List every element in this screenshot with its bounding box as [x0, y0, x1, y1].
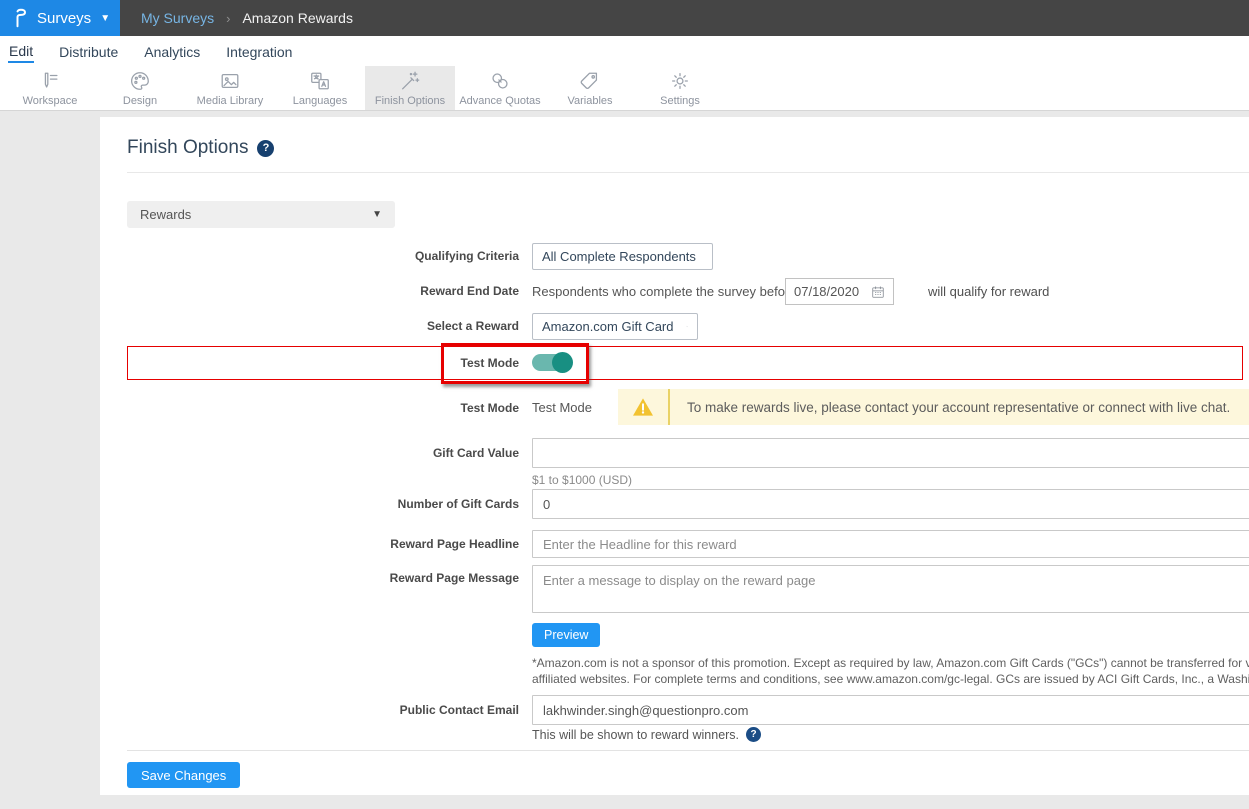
breadcrumb-separator: ›: [226, 11, 230, 26]
calendar-icon: [871, 285, 885, 299]
page-title: Finish Options: [127, 137, 248, 159]
warning-triangle-icon: [632, 397, 654, 417]
qualifying-criteria-select[interactable]: All Complete Respondents: [532, 243, 713, 270]
finish-options-panel: Finish Options ? Rewards ▼ Qualifying Cr…: [100, 117, 1249, 795]
disclaimer-line-1: *Amazon.com is not a sponsor of this pro…: [532, 655, 1249, 671]
questionpro-logo-icon: [13, 7, 28, 29]
reward-page-headline-input[interactable]: [532, 530, 1249, 558]
reward-end-date-suffix-text: will qualify for reward: [928, 278, 1049, 305]
public-contact-email-helper: This will be shown to reward winners.: [532, 728, 739, 742]
qualifying-criteria-label: Qualifying Criteria: [100, 243, 519, 270]
breadcrumb-current-survey: Amazon Rewards: [242, 10, 353, 26]
settings-icon: [669, 70, 691, 92]
warning-separator: [668, 389, 670, 425]
test-mode-warning: To make rewards live, please contact you…: [618, 389, 1249, 425]
toolbar-item-variables[interactable]: Variables: [545, 66, 635, 110]
reward-page-message-label: Reward Page Message: [100, 569, 519, 587]
main-nav-tabs: Edit Distribute Analytics Integration: [0, 36, 1249, 66]
finish-options-icon: [399, 70, 421, 92]
toolbar-item-advance-quotas[interactable]: Advance Quotas: [455, 66, 545, 110]
tab-edit[interactable]: Edit: [8, 39, 34, 63]
public-contact-email-input[interactable]: [532, 695, 1249, 725]
toolbar-item-design[interactable]: Design: [95, 66, 185, 110]
disclaimer-line-2: affiliated websites. For complete terms …: [532, 671, 1249, 687]
title-divider: [127, 172, 1249, 173]
gift-card-value-helper: $1 to $1000 (USD): [532, 473, 632, 487]
test-mode-status-value: Test Mode: [532, 400, 592, 416]
reward-end-date-label: Reward End Date: [100, 278, 519, 305]
warning-message: To make rewards live, please contact you…: [687, 400, 1230, 415]
toolbar-item-media-library[interactable]: Media Library: [185, 66, 275, 110]
footer-divider: [127, 750, 1249, 751]
select-reward-select[interactable]: Amazon.com Gift Card: [532, 313, 698, 340]
test-mode-toggle-label: Test Mode: [100, 346, 519, 380]
edit-toolbar: Workspace Design Media Library Languages: [0, 66, 1249, 111]
toolbar-item-settings[interactable]: Settings: [635, 66, 725, 110]
preview-button[interactable]: Preview: [532, 623, 600, 647]
breadcrumb-my-surveys[interactable]: My Surveys: [141, 10, 214, 26]
test-mode-status-label: Test Mode: [100, 400, 519, 416]
toolbar-item-languages[interactable]: Languages: [275, 66, 365, 110]
toolbar-item-finish-options[interactable]: Finish Options: [365, 66, 455, 110]
select-reward-label: Select a Reward: [100, 313, 519, 340]
reward-end-date-input[interactable]: 07/18/2020: [785, 278, 894, 305]
toolbar-item-workspace[interactable]: Workspace: [5, 66, 95, 110]
tab-distribute[interactable]: Distribute: [58, 40, 119, 62]
advance-quotas-icon: [489, 70, 511, 92]
test-mode-toggle[interactable]: [532, 354, 572, 371]
public-contact-email-label: Public Contact Email: [100, 695, 519, 725]
workspace-icon: [39, 70, 61, 92]
number-of-gift-cards-input[interactable]: [532, 489, 1249, 519]
chevron-down-icon: ▼: [100, 13, 110, 24]
chevron-down-icon: [686, 320, 689, 333]
product-menu[interactable]: Surveys ▼: [0, 0, 120, 36]
reward-page-message-input[interactable]: [532, 565, 1249, 613]
media-library-icon: [219, 70, 241, 92]
gift-card-value-label: Gift Card Value: [100, 438, 519, 468]
top-bar: Surveys ▼ My Surveys › Amazon Rewards: [0, 0, 1249, 36]
app-window: Surveys ▼ My Surveys › Amazon Rewards Ed…: [0, 0, 1249, 809]
languages-icon: [309, 70, 331, 92]
amazon-disclaimer: *Amazon.com is not a sponsor of this pro…: [532, 655, 1249, 687]
save-changes-button[interactable]: Save Changes: [127, 762, 240, 788]
chevron-down-icon: ▼: [372, 209, 382, 220]
reward-page-headline-label: Reward Page Headline: [100, 530, 519, 558]
tab-integration[interactable]: Integration: [225, 40, 293, 62]
number-of-gift-cards-label: Number of Gift Cards: [100, 489, 519, 519]
reward-end-date-prefix-text: Respondents who complete the survey befo…: [532, 278, 797, 305]
rewards-section-dropdown[interactable]: Rewards ▼: [127, 201, 395, 228]
breadcrumb: My Surveys › Amazon Rewards: [141, 0, 353, 36]
toggle-knob: [552, 352, 573, 373]
variables-icon: [579, 70, 601, 92]
tab-analytics[interactable]: Analytics: [143, 40, 201, 62]
help-icon[interactable]: ?: [257, 140, 274, 157]
help-icon[interactable]: ?: [746, 727, 761, 742]
gift-card-value-input[interactable]: [532, 438, 1249, 468]
design-icon: [129, 70, 151, 92]
product-name: Surveys: [37, 10, 91, 27]
